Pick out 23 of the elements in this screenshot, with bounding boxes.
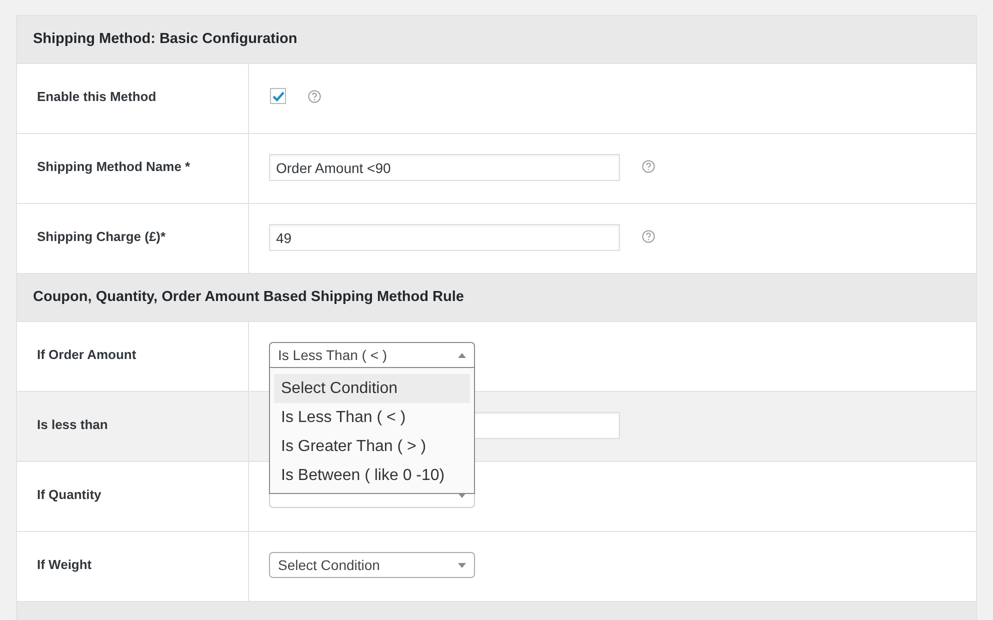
text-field[interactable]: Order Amount <90 [269, 154, 620, 181]
caret-icon [458, 562, 466, 568]
select-dropdown[interactable]: Is Less Than ( < ) [269, 342, 475, 368]
field-label: Is less than [37, 417, 108, 432]
field-label: Shipping Charge (£)* [37, 229, 166, 244]
field-label: If Order Amount [37, 347, 136, 362]
checkbox[interactable] [270, 88, 286, 104]
section-title: Shipping Method: Basic Configuration [33, 30, 298, 49]
help-icon[interactable] [642, 230, 655, 243]
field-label: Shipping Method Name * [37, 159, 190, 174]
field-label: If Quantity [37, 487, 102, 502]
select-dropdown[interactable]: Select Condition [269, 552, 475, 578]
field-label: If Weight [37, 557, 92, 572]
field-label: Enable this Method [37, 89, 156, 104]
dropdown-option[interactable]: Select Condition [274, 374, 470, 403]
dropdown-option[interactable]: Is Less Than ( < ) [274, 403, 470, 432]
help-icon[interactable] [308, 90, 321, 103]
dropdown-option[interactable]: Is Between ( like 0 -10) [274, 461, 470, 490]
dropdown-option[interactable]: Is Greater Than ( > ) [274, 432, 470, 461]
caret-icon [458, 352, 466, 358]
help-icon[interactable] [642, 160, 655, 173]
section-title: Coupon, Quantity, Order Amount Based Shipping Method Rule [33, 288, 464, 307]
text-field[interactable]: 49 [269, 224, 620, 251]
